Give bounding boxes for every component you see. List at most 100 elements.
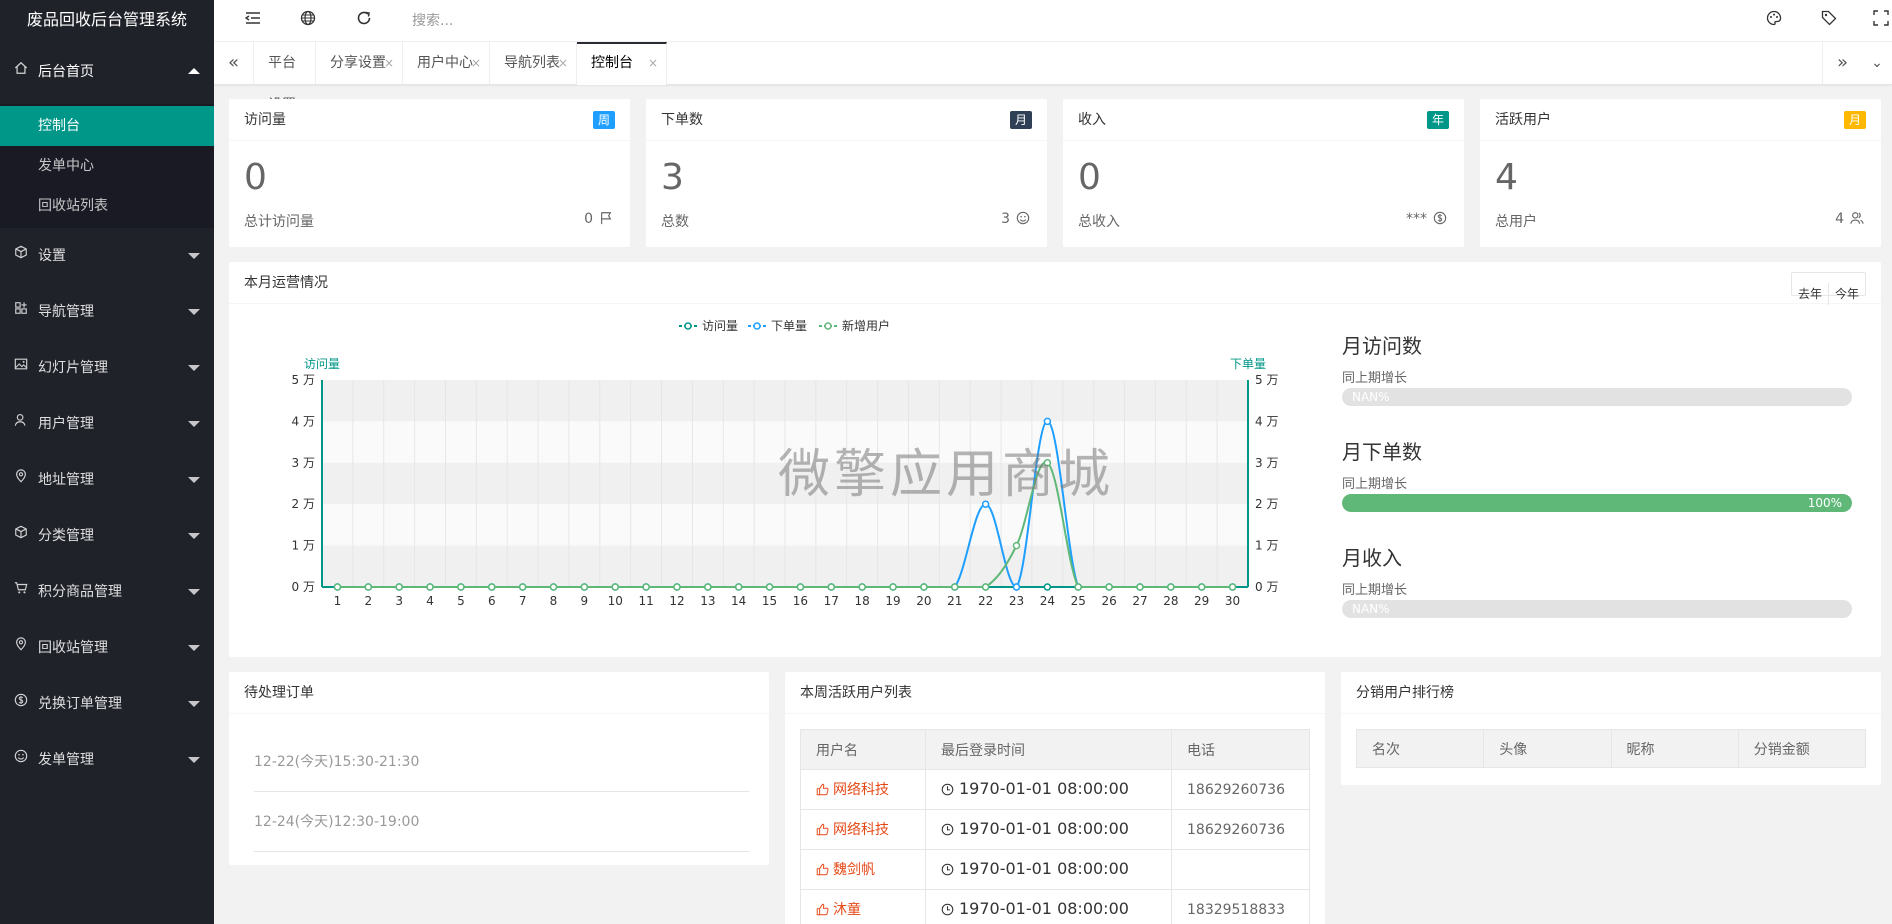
kpi-title: 月下单数 bbox=[1342, 440, 1422, 464]
watermark-text: 微擎应用商城 bbox=[778, 445, 1115, 505]
dollar-icon bbox=[13, 676, 29, 732]
table-row: 沐童 1970-01-01 08:00:00 18329518833 bbox=[800, 889, 1310, 924]
x-tick-label: 20 bbox=[916, 594, 931, 608]
dollar-icon bbox=[1433, 211, 1449, 227]
data-point bbox=[611, 583, 619, 591]
clock-icon bbox=[941, 823, 954, 840]
close-icon[interactable]: × bbox=[471, 42, 481, 84]
x-tick-label: 1 bbox=[334, 594, 342, 608]
sidebar-item-6[interactable]: 分类管理 bbox=[0, 508, 214, 564]
sidebar-item-2[interactable]: 导航管理 bbox=[0, 284, 214, 340]
user-name[interactable]: 魏剑帆 bbox=[833, 862, 875, 878]
tab-4[interactable]: 控制台 × bbox=[577, 42, 667, 85]
menu-collapse-icon[interactable] bbox=[242, 10, 264, 32]
progress-label: NAN% bbox=[1352, 602, 1390, 616]
x-tick-label: 23 bbox=[1009, 594, 1024, 608]
tab-3[interactable]: 导航列表 × bbox=[490, 42, 577, 84]
sidebar-item-7[interactable]: 积分商品管理 bbox=[0, 564, 214, 620]
sidebar-item-8[interactable]: 回收站管理 bbox=[0, 620, 214, 676]
data-point bbox=[734, 583, 743, 591]
operations-title-text: 本月运营情况 bbox=[244, 275, 328, 291]
stat-value: 0 bbox=[1078, 157, 1101, 198]
user-name[interactable]: 沐童 bbox=[833, 902, 861, 918]
stat-right: 4 bbox=[1835, 211, 1866, 227]
kpi-subtitle: 同上期增长 bbox=[1342, 583, 1408, 598]
tabs-scroll-left-icon[interactable]: « bbox=[214, 42, 254, 84]
data-point bbox=[796, 583, 805, 591]
close-icon[interactable]: × bbox=[648, 44, 658, 82]
x-tick-label: 11 bbox=[638, 594, 653, 608]
chevron-down-icon bbox=[188, 533, 200, 539]
close-icon[interactable]: × bbox=[558, 42, 568, 84]
globe-icon[interactable] bbox=[297, 10, 319, 32]
theme-palette-icon[interactable] bbox=[1763, 10, 1785, 32]
sidebar-item-3[interactable]: 幻灯片管理 bbox=[0, 340, 214, 396]
smile-icon bbox=[1016, 211, 1032, 227]
tab-label: 导航列表 bbox=[504, 55, 560, 71]
data-point bbox=[765, 583, 774, 591]
y-tick-label-right: 3 万 bbox=[1255, 456, 1278, 470]
sidebar-item-label: 后台首页 bbox=[38, 64, 94, 80]
clock-icon bbox=[941, 783, 954, 800]
sidebar-item-5[interactable]: 地址管理 bbox=[0, 452, 214, 508]
data-point bbox=[1043, 417, 1052, 426]
sidebar-item-1[interactable]: 设置 bbox=[0, 228, 214, 284]
x-tick-label: 6 bbox=[488, 594, 496, 608]
fullscreen-icon[interactable] bbox=[1870, 10, 1892, 32]
chevron-down-icon bbox=[188, 421, 200, 427]
chevron-down-icon bbox=[188, 757, 200, 763]
legend-marker bbox=[753, 322, 761, 330]
stat-card: 活跃用户 月 4 总用户 4 bbox=[1480, 99, 1881, 247]
user-name-cell: 沐童 bbox=[800, 889, 926, 924]
y-tick-label-right: 0 万 bbox=[1255, 580, 1278, 594]
this-year-button[interactable]: 今年 bbox=[1827, 283, 1865, 305]
data-point bbox=[488, 583, 496, 591]
sidebar-subitem-2[interactable]: 回收站列表 bbox=[0, 186, 214, 226]
users-icon bbox=[1850, 211, 1866, 227]
sidebar-item-label: 兑换订单管理 bbox=[38, 696, 122, 712]
data-point bbox=[920, 583, 928, 591]
tabs-scroll-right-icon[interactable]: » bbox=[1822, 42, 1862, 84]
flag-icon bbox=[599, 211, 615, 227]
last-login-time: 1970-01-01 08:00:00 bbox=[959, 899, 1129, 918]
tab-2[interactable]: 用户中心 × bbox=[403, 42, 490, 84]
close-icon[interactable]: × bbox=[384, 42, 394, 84]
data-point bbox=[518, 583, 527, 591]
sidebar-item-label: 用户管理 bbox=[38, 416, 94, 432]
sidebar-item-9[interactable]: 兑换订单管理 bbox=[0, 676, 214, 732]
search-input[interactable] bbox=[412, 9, 652, 33]
data-point bbox=[1167, 583, 1175, 591]
y-tick-label-right: 2 万 bbox=[1255, 497, 1278, 511]
sidebar-item-label: 导航管理 bbox=[38, 304, 94, 320]
tabs-menu-chevron-down-icon[interactable]: ⌄ bbox=[1862, 42, 1892, 84]
column-header: 分销金额 bbox=[1737, 729, 1867, 768]
data-point bbox=[1105, 583, 1113, 591]
cube-icon bbox=[13, 228, 29, 284]
x-tick-label: 12 bbox=[669, 594, 684, 608]
phone-cell: 18629260736 bbox=[1171, 769, 1310, 810]
last-year-button[interactable]: 去年 bbox=[1792, 283, 1828, 305]
data-point bbox=[981, 583, 990, 591]
stat-label: 总用户 bbox=[1495, 214, 1537, 230]
pending-order-item[interactable]: 12-24(今天)12:30-19:00 bbox=[254, 792, 749, 852]
x-tick-label: 8 bbox=[550, 594, 558, 608]
sidebar-item-10[interactable]: 发单管理 bbox=[0, 732, 214, 788]
sidebar-item-label: 设置 bbox=[38, 248, 66, 264]
stat-card-title: 收入 bbox=[1078, 112, 1106, 128]
legend-marker bbox=[684, 322, 692, 330]
tab-0[interactable]: 平台设置 bbox=[254, 42, 316, 113]
sidebar-subitem-1[interactable]: 发单中心 bbox=[0, 146, 214, 186]
sidebar-item-4[interactable]: 用户管理 bbox=[0, 396, 214, 452]
refresh-icon[interactable] bbox=[353, 10, 375, 32]
user-name[interactable]: 网络科技 bbox=[833, 782, 889, 798]
sidebar-subitem-0[interactable]: 控制台 bbox=[0, 106, 214, 146]
last-login-time: 1970-01-01 08:00:00 bbox=[959, 859, 1129, 878]
pending-order-item[interactable]: 12-22(今天)15:30-21:30 bbox=[254, 732, 749, 792]
user-name[interactable]: 网络科技 bbox=[833, 822, 889, 838]
y-tick-label-left: 1 万 bbox=[292, 539, 315, 553]
tab-1[interactable]: 分享设置 × bbox=[316, 42, 403, 84]
kpi-progress-bar: NAN% bbox=[1342, 388, 1852, 406]
tag-icon[interactable] bbox=[1818, 10, 1840, 32]
x-tick-label: 14 bbox=[731, 594, 746, 608]
sidebar-item-0[interactable]: 后台首页 bbox=[0, 40, 214, 104]
